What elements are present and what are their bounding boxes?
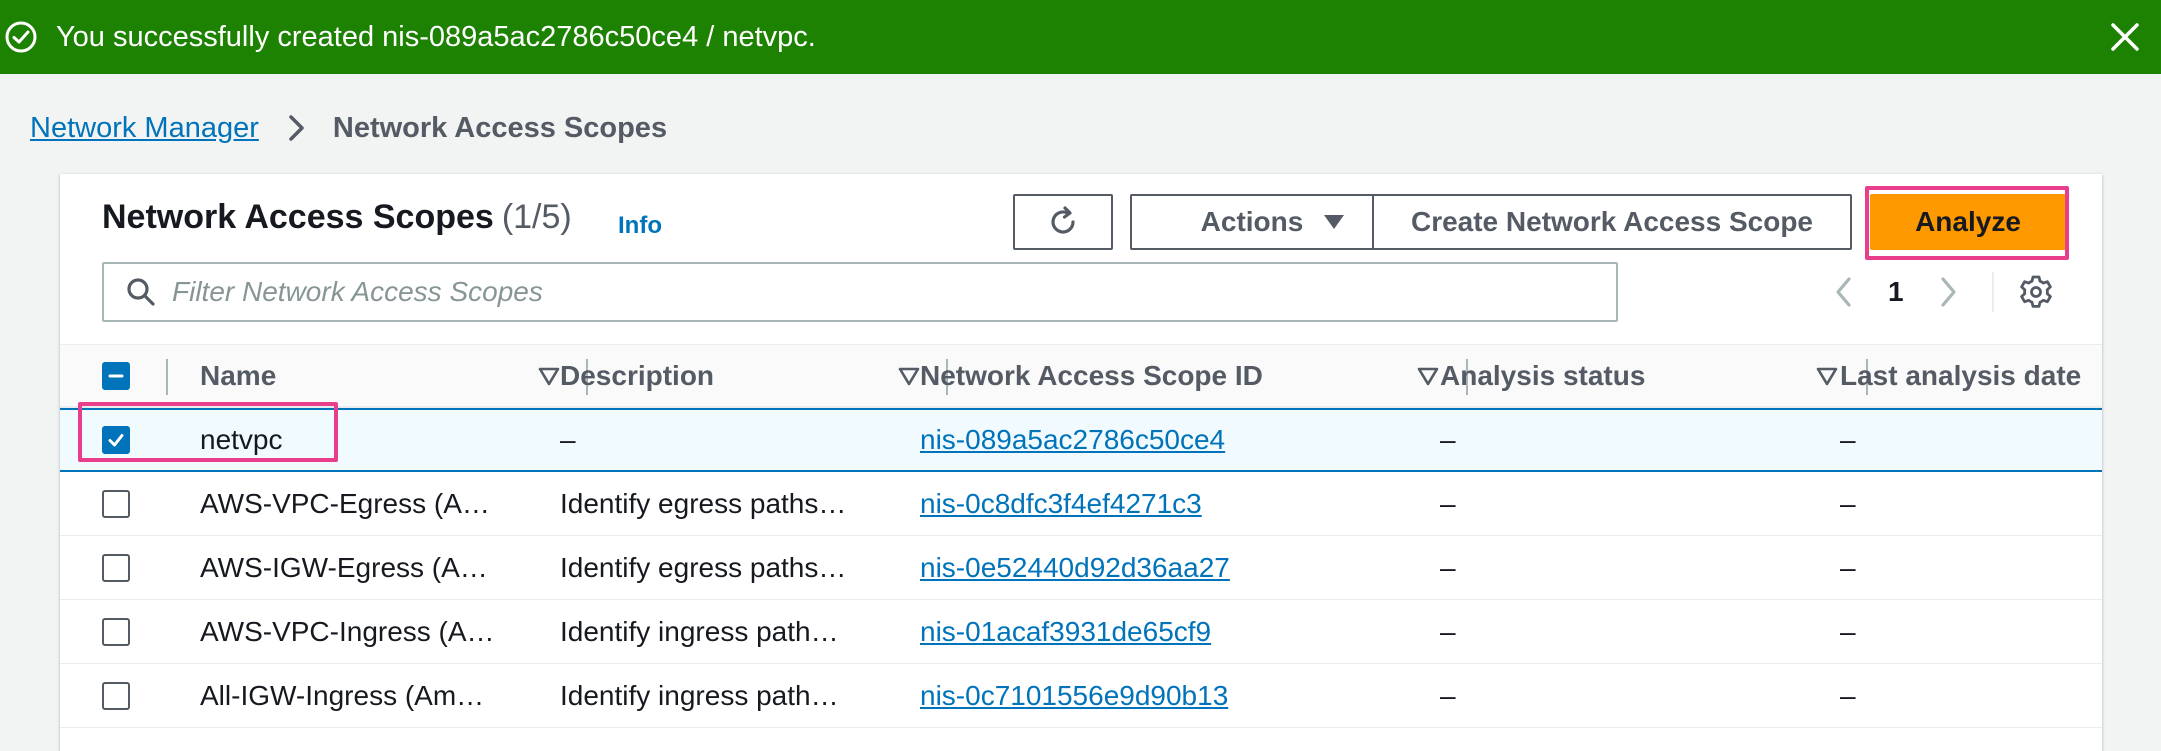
cell-name: All-IGW-Ingress (Am… <box>200 679 485 711</box>
chevron-left-icon[interactable] <box>1830 274 1858 310</box>
selection-count: (1/5) <box>501 198 572 236</box>
table-row[interactable]: AWS-VPC-Ingress (A… Identify ingress pat… <box>60 600 2102 664</box>
search-input[interactable] <box>172 267 1616 317</box>
cell-analysis-status: – <box>1440 551 1456 583</box>
column-header-analysis-status[interactable]: Analysis status <box>1440 345 1840 407</box>
cell-last-analysis-date: – <box>1840 487 1856 519</box>
table-row[interactable]: netvpc – nis-089a5ac2786c50ce4 – – <box>60 402 2102 472</box>
actions-label: Actions <box>1200 206 1304 237</box>
cell-name: AWS-VPC-Ingress (A… <box>200 615 495 647</box>
cell-scope-id-link[interactable]: nis-01acaf3931de65cf9 <box>920 600 1211 663</box>
column-header-name[interactable]: Name <box>200 345 560 407</box>
panel-title-text: Network Access Scopes <box>102 198 494 236</box>
info-link[interactable]: Info <box>618 212 662 240</box>
row-checkbox[interactable] <box>102 554 130 582</box>
table-row[interactable]: All-IGW-Ingress (Am… Identify ingress pa… <box>60 664 2102 728</box>
sort-caret-icon <box>898 365 920 387</box>
chevron-right-icon[interactable] <box>1934 274 1962 310</box>
column-header-description[interactable]: Description <box>560 345 920 407</box>
check-circle-icon <box>4 20 38 54</box>
gear-icon[interactable] <box>2018 274 2054 310</box>
success-flash-banner: You successfully created nis-089a5ac2786… <box>0 0 2161 74</box>
cell-description: Identify egress paths… <box>560 487 847 519</box>
current-page-number[interactable]: 1 <box>1888 276 1904 308</box>
cell-last-analysis-date: – <box>1840 615 1856 647</box>
cell-last-analysis-date: – <box>1840 679 1856 711</box>
sort-caret-icon <box>538 365 560 387</box>
sort-caret-icon <box>1417 365 1439 387</box>
close-icon[interactable] <box>2107 19 2143 55</box>
cell-description: Identify ingress path… <box>560 615 839 647</box>
row-checkbox[interactable] <box>102 426 130 454</box>
column-header-scope-id[interactable]: Network Access Scope ID <box>920 345 1440 407</box>
caret-down-icon <box>1323 213 1345 231</box>
column-header-label: Name <box>200 360 277 391</box>
chevron-right-icon <box>283 113 309 143</box>
cell-name: AWS-VPC-Egress (A… <box>200 487 490 519</box>
cell-analysis-status: – <box>1440 487 1456 519</box>
breadcrumb-network-manager-link[interactable]: Network Manager <box>30 112 259 145</box>
column-header-label: Network Access Scope ID <box>920 360 1263 391</box>
cell-analysis-status: – <box>1440 424 1456 455</box>
cell-name: netvpc <box>200 424 283 455</box>
cell-analysis-status: – <box>1440 615 1456 647</box>
column-header-last-analysis-date[interactable]: Last analysis date <box>1840 345 2102 407</box>
search-box <box>102 262 1618 322</box>
scopes-panel: Network Access Scopes (1/5) Info Actions … <box>60 174 2102 751</box>
cell-scope-id-link[interactable]: nis-0e52440d92d36aa27 <box>920 536 1230 599</box>
column-divider <box>166 359 168 395</box>
column-header-label: Last analysis date <box>1840 360 2082 391</box>
scopes-table: Name Description Network Access Scope ID <box>60 344 2102 728</box>
column-header-label: Description <box>560 360 715 391</box>
cell-description: – <box>560 424 576 455</box>
pagination: 1 <box>1830 270 1962 314</box>
cell-description: Identify ingress path… <box>560 679 839 711</box>
cell-name: AWS-IGW-Egress (A… <box>200 551 488 583</box>
select-all-checkbox[interactable] <box>102 362 130 390</box>
cell-description: Identify egress paths… <box>560 551 847 583</box>
search-icon <box>126 277 156 307</box>
row-checkbox[interactable] <box>102 682 130 710</box>
sort-caret-icon <box>1816 365 1838 387</box>
cell-last-analysis-date: – <box>1840 424 1856 455</box>
cell-scope-id-link[interactable]: nis-0c8dfc3f4ef4271c3 <box>920 472 1202 535</box>
table-row[interactable]: AWS-VPC-Egress (A… Identify egress paths… <box>60 472 2102 536</box>
cell-last-analysis-date: – <box>1840 551 1856 583</box>
table-row[interactable]: AWS-IGW-Egress (A… Identify egress paths… <box>60 536 2102 600</box>
cell-scope-id-link[interactable]: nis-0c7101556e9d90b13 <box>920 664 1228 727</box>
refresh-icon <box>1045 204 1081 240</box>
create-scope-button[interactable]: Create Network Access Scope <box>1372 194 1852 250</box>
cell-analysis-status: – <box>1440 679 1456 711</box>
column-header-label: Analysis status <box>1440 360 1646 391</box>
cell-scope-id-link[interactable]: nis-089a5ac2786c50ce4 <box>920 410 1225 470</box>
row-checkbox[interactable] <box>102 618 130 646</box>
flash-message: You successfully created nis-089a5ac2786… <box>56 20 816 53</box>
pagination-divider <box>1992 272 1994 312</box>
breadcrumb: Network Manager Network Access Scopes <box>30 108 667 148</box>
refresh-button[interactable] <box>1013 194 1113 250</box>
analyze-button[interactable]: Analyze <box>1870 194 2066 250</box>
row-checkbox[interactable] <box>102 490 130 518</box>
breadcrumb-current: Network Access Scopes <box>332 111 668 144</box>
table-header: Name Description Network Access Scope ID <box>60 344 2102 408</box>
page-title: Network Access Scopes (1/5) <box>102 198 572 237</box>
